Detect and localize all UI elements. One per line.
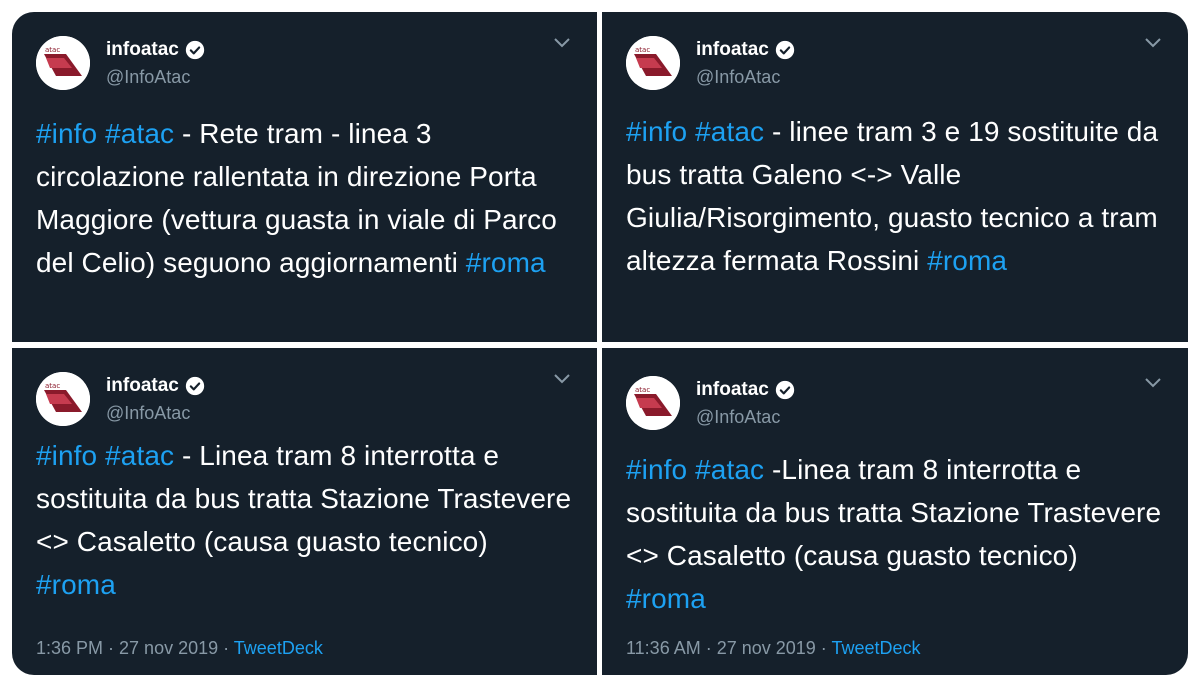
tweet-source-link[interactable]: TweetDeck bbox=[234, 638, 323, 658]
tweet-meta: 11:36 AM · 27 nov 2019 · TweetDeck bbox=[626, 638, 921, 659]
author-handle[interactable]: @InfoAtac bbox=[696, 67, 780, 88]
tweet-text: #info #atac - Linea tram 8 interrotta e … bbox=[36, 440, 572, 600]
avatar[interactable]: atac bbox=[626, 36, 680, 90]
chevron-down-icon[interactable] bbox=[1144, 376, 1162, 390]
hashtag-link[interactable]: #info #atac bbox=[626, 454, 764, 485]
chevron-down-icon[interactable] bbox=[553, 36, 571, 50]
tweet-timestamp[interactable]: 11:36 AM · 27 nov 2019 · bbox=[626, 638, 831, 658]
author-handle[interactable]: @InfoAtac bbox=[106, 403, 190, 424]
tweet-text: #info #atac -Linea tram 8 interrotta e s… bbox=[626, 454, 1162, 614]
svg-text:atac: atac bbox=[45, 382, 60, 390]
hashtag-link[interactable]: #info #atac bbox=[36, 440, 174, 471]
tweet-card[interactable]: atac infoatac @InfoAtac #info #atac - li… bbox=[602, 12, 1188, 342]
avatar[interactable]: atac bbox=[626, 376, 680, 430]
tweet-collage: atac infoatac @InfoAtac #info #atac - Re… bbox=[12, 12, 1188, 675]
tweet-card[interactable]: atac infoatac @InfoAtac #info #atac - Re… bbox=[12, 12, 597, 342]
hashtag-link[interactable]: #info #atac bbox=[36, 118, 174, 149]
tweet-source-link[interactable]: TweetDeck bbox=[831, 638, 920, 658]
svg-text:atac: atac bbox=[635, 46, 650, 54]
chevron-down-icon[interactable] bbox=[553, 372, 571, 386]
verified-badge-icon bbox=[775, 40, 795, 60]
tweet-card[interactable]: atac infoatac @InfoAtac #info #atac - Li… bbox=[12, 348, 597, 675]
hashtag-link[interactable]: #roma bbox=[626, 583, 706, 614]
svg-text:atac: atac bbox=[635, 386, 650, 394]
avatar[interactable]: atac bbox=[36, 372, 90, 426]
author-handle[interactable]: @InfoAtac bbox=[696, 407, 780, 428]
hashtag-link[interactable]: #roma bbox=[466, 247, 546, 278]
tweet-card[interactable]: atac infoatac @InfoAtac #info #atac -Lin… bbox=[602, 362, 1188, 675]
verified-badge-icon bbox=[185, 376, 205, 396]
tweet-text: #info #atac - linee tram 3 e 19 sostitui… bbox=[626, 116, 1159, 276]
author-handle[interactable]: @InfoAtac bbox=[106, 67, 190, 88]
author-name[interactable]: infoatac bbox=[696, 39, 769, 61]
hashtag-link[interactable]: #roma bbox=[927, 245, 1007, 276]
tweet-timestamp[interactable]: 1:36 PM · 27 nov 2019 · bbox=[36, 638, 234, 658]
author-name[interactable]: infoatac bbox=[696, 379, 769, 401]
svg-text:atac: atac bbox=[45, 46, 60, 54]
author-name[interactable]: infoatac bbox=[106, 39, 179, 61]
verified-badge-icon bbox=[775, 380, 795, 400]
avatar[interactable]: atac bbox=[36, 36, 90, 90]
hashtag-link[interactable]: #roma bbox=[36, 569, 116, 600]
hashtag-link[interactable]: #info #atac bbox=[626, 116, 764, 147]
verified-badge-icon bbox=[185, 40, 205, 60]
author-name[interactable]: infoatac bbox=[106, 375, 179, 397]
tweet-text: #info #atac - Rete tram - linea 3 circol… bbox=[36, 118, 557, 278]
chevron-down-icon[interactable] bbox=[1144, 36, 1162, 50]
tweet-meta: 1:36 PM · 27 nov 2019 · TweetDeck bbox=[36, 638, 323, 659]
